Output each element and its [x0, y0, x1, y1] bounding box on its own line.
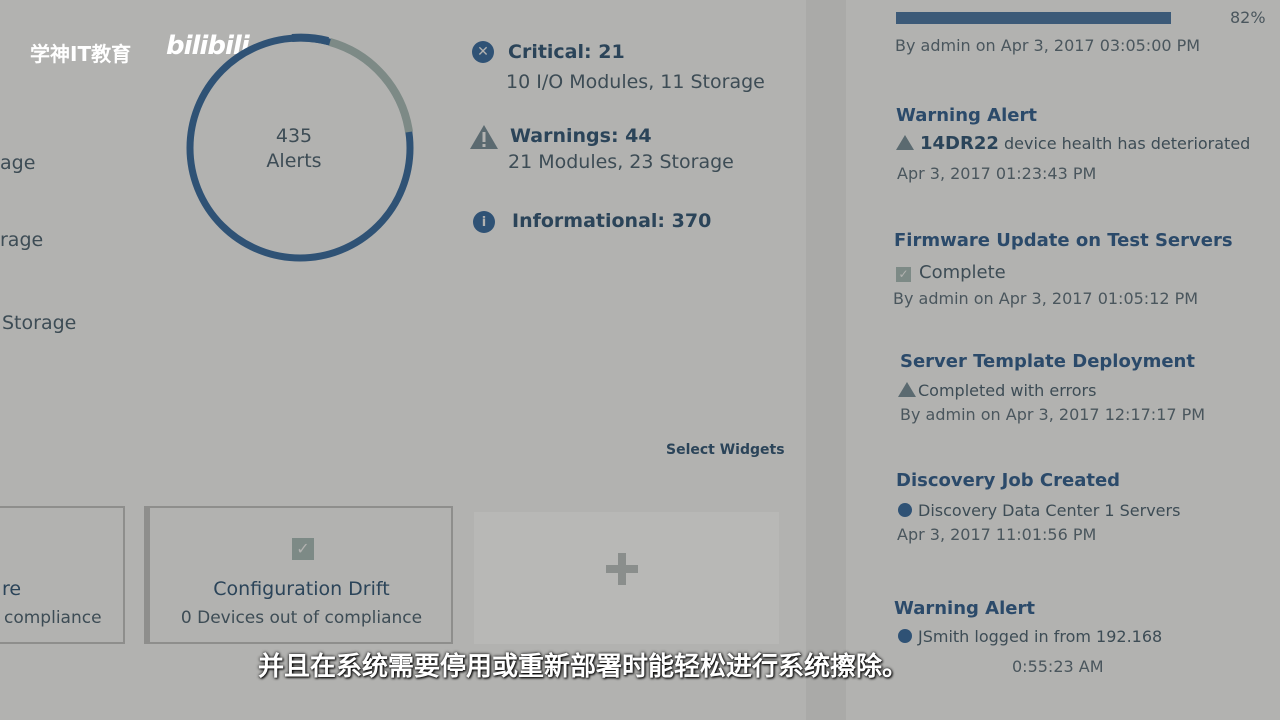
storage-label-partial-2: rage — [0, 229, 44, 251]
warnings-detail: 21 Modules, 23 Storage — [508, 151, 734, 173]
configuration-drift-title: Configuration Drift — [213, 578, 390, 600]
donut-label: Alerts — [266, 150, 322, 172]
watermark-brand: 学神IT教育 — [30, 42, 132, 66]
activity-line-text-4: Discovery Data Center 1 Servers — [918, 501, 1181, 520]
donut-count: 435 — [275, 125, 313, 147]
panel-divider — [806, 0, 846, 720]
select-widgets-link[interactable]: Select Widgets — [666, 442, 785, 458]
activity-title-1[interactable]: Warning Alert — [896, 105, 1037, 126]
activity-line-3: Completed with errors — [898, 381, 1096, 400]
video-subtitle: 并且在系统需要停用或重新部署时能轻松进行系统擦除。 — [258, 652, 909, 682]
storage-label-partial-3: Storage — [2, 312, 77, 334]
informational-icon: i — [473, 211, 495, 233]
activity-title-2[interactable]: Firmware Update on Test Servers — [894, 230, 1233, 251]
info-dot-icon — [898, 503, 912, 517]
activity-title-3[interactable]: Server Template Deployment — [900, 351, 1195, 372]
widget-title-partial: re — [2, 578, 22, 600]
add-widget-placeholder[interactable] — [474, 512, 779, 644]
activity-meta-3: By admin on Apr 3, 2017 12:17:17 PM — [900, 405, 1206, 424]
activity-line-text-2: Complete — [919, 262, 1006, 283]
activity-meta-1: Apr 3, 2017 01:23:43 PM — [897, 164, 1097, 183]
task-progress-bar — [896, 12, 1171, 24]
task-progress-percent: 82% — [1230, 8, 1266, 27]
device-id[interactable]: 14DR22 — [920, 133, 999, 154]
activity-meta-4: Apr 3, 2017 11:01:56 PM — [897, 525, 1097, 544]
activity-line-text-1: device health has deteriorated — [1004, 134, 1251, 153]
task-progress-meta: By admin on Apr 3, 2017 03:05:00 PM — [895, 36, 1201, 55]
warnings-title[interactable]: Warnings: 44 — [510, 125, 652, 147]
activity-line-4: Discovery Data Center 1 Servers — [898, 501, 1180, 520]
activity-line-1: 14DR22 device health has deteriorated — [896, 133, 1250, 154]
donut-arc-warnings — [328, 38, 413, 133]
warning-triangle-icon — [896, 135, 914, 150]
critical-title[interactable]: Critical: 21 — [508, 41, 625, 63]
activity-title-5[interactable]: Warning Alert — [894, 598, 1035, 619]
activity-line-2: ✓ Complete — [896, 262, 1006, 283]
configuration-drift-widget[interactable]: ✓ Configuration Drift 0 Devices out of c… — [144, 506, 453, 644]
checkbox-icon: ✓ — [292, 538, 314, 560]
activity-meta-2: By admin on Apr 3, 2017 01:05:12 PM — [893, 289, 1199, 308]
checkbox-icon: ✓ — [896, 267, 911, 282]
warning-triangle-icon — [898, 382, 916, 397]
activity-line-5: JSmith logged in from 192.168 — [898, 627, 1162, 646]
critical-detail: 10 I/O Modules, 11 Storage — [506, 71, 765, 93]
warning-icon — [470, 125, 498, 149]
configuration-drift-subtitle: 0 Devices out of compliance — [180, 608, 423, 628]
activity-line-text-3: Completed with errors — [918, 381, 1097, 400]
activity-title-4[interactable]: Discovery Job Created — [896, 470, 1120, 491]
storage-label-partial-1: age — [0, 152, 36, 174]
widget-subtitle-partial: compliance — [4, 608, 102, 628]
plus-icon-vertical — [618, 553, 626, 585]
info-dot-icon — [898, 629, 912, 643]
activity-line-text-5: JSmith logged in from 192.168 — [918, 627, 1163, 646]
activity-meta-5: 0:55:23 AM — [1012, 657, 1104, 676]
widget-card-partial[interactable]: re compliance — [0, 506, 125, 644]
informational-title[interactable]: Informational: 370 — [512, 210, 711, 232]
alerts-donut-chart[interactable] — [180, 28, 420, 268]
critical-icon: ✕ — [472, 41, 494, 63]
donut-arc-critical — [291, 33, 329, 45]
